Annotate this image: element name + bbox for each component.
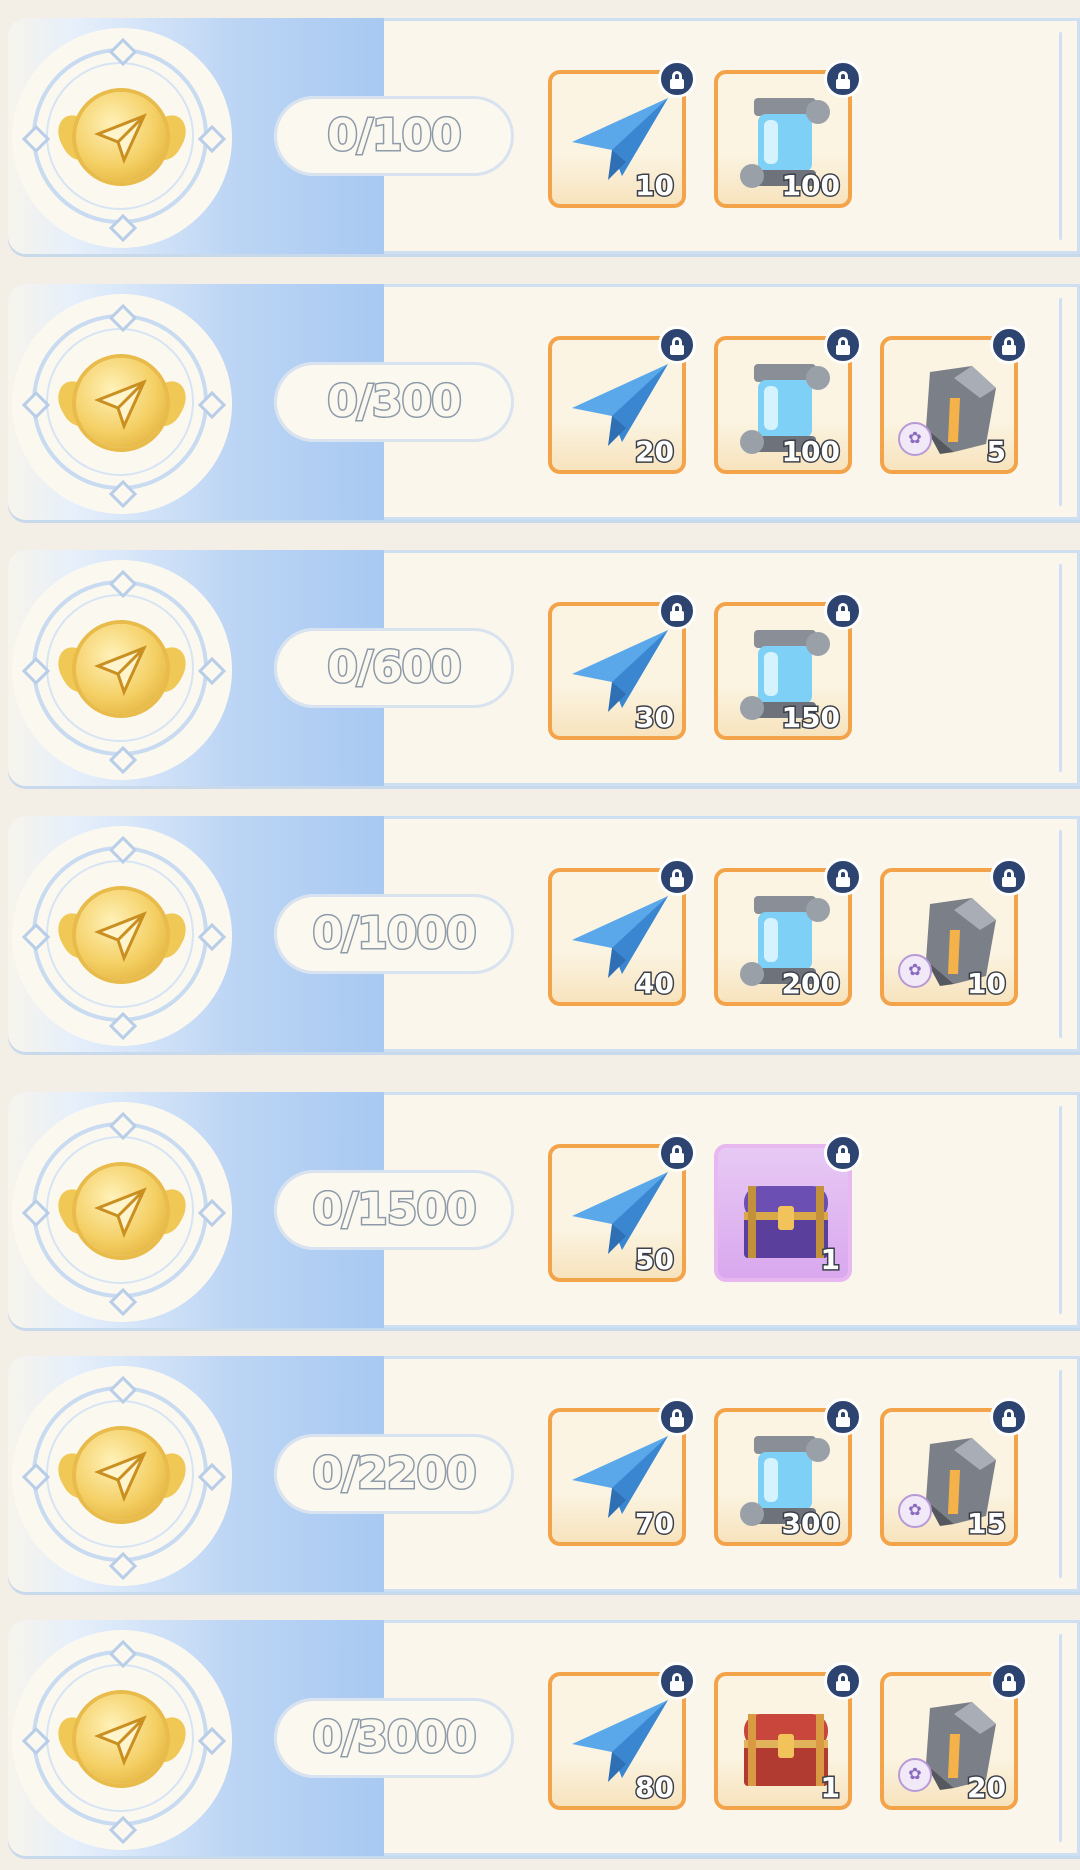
milestone-row: 0/1500 50 1 xyxy=(8,1092,1080,1328)
reward-quantity: 10 xyxy=(966,966,1008,1002)
reward-quantity: 30 xyxy=(634,700,676,736)
milestone-row: 0/1000 40 200 ✿ 10 xyxy=(8,816,1080,1052)
reward-item[interactable]: 200 xyxy=(714,858,862,1006)
lock-icon xyxy=(658,1398,696,1436)
lock-icon xyxy=(824,858,862,896)
winged-medal-icon xyxy=(76,358,166,448)
progress-pill: 0/1500 xyxy=(274,1170,514,1250)
reward-quantity: 40 xyxy=(634,966,676,1002)
milestone-row: 0/3000 80 1 ✿ 20 xyxy=(8,1620,1080,1856)
winged-medal-icon xyxy=(76,1694,166,1784)
lock-icon xyxy=(990,1662,1028,1700)
medal-frame xyxy=(12,294,232,514)
lock-icon xyxy=(990,858,1028,896)
reward-quantity: 100 xyxy=(780,434,841,470)
lock-icon xyxy=(990,1398,1028,1436)
medal-frame xyxy=(12,560,232,780)
reward-item[interactable]: ✿ 10 xyxy=(880,858,1028,1006)
reward-item[interactable]: ✿ 15 xyxy=(880,1398,1028,1546)
milestone-reward-list: 0/100 10 100 0/300 20 100 ✿ 5 0/600 30 150 0/1000 40… xyxy=(0,0,1080,1870)
reward-item[interactable]: 30 xyxy=(548,592,696,740)
reward-quantity: 70 xyxy=(634,1506,676,1542)
reward-item[interactable]: 100 xyxy=(714,326,862,474)
lock-icon xyxy=(658,858,696,896)
milestone-row: 0/300 20 100 ✿ 5 xyxy=(8,284,1080,520)
reward-item[interactable]: 150 xyxy=(714,592,862,740)
reward-quantity: 300 xyxy=(780,1506,841,1542)
reward-item[interactable]: 20 xyxy=(548,326,696,474)
reward-item[interactable]: 70 xyxy=(548,1398,696,1546)
progress-pill: 0/300 xyxy=(274,362,514,442)
progress-pill: 0/100 xyxy=(274,96,514,176)
progress-pill: 0/600 xyxy=(274,628,514,708)
milestone-row: 0/2200 70 300 ✿ 15 xyxy=(8,1356,1080,1592)
progress-pill: 0/2200 xyxy=(274,1434,514,1514)
reward-item[interactable]: 1 xyxy=(714,1662,862,1810)
lock-icon xyxy=(990,326,1028,364)
reward-quantity: 20 xyxy=(634,434,676,470)
reward-item[interactable]: 40 xyxy=(548,858,696,1006)
reward-quantity: 15 xyxy=(966,1506,1008,1542)
reward-quantity: 1 xyxy=(819,1242,842,1278)
winged-medal-icon xyxy=(76,92,166,182)
lock-icon xyxy=(658,326,696,364)
reward-quantity: 10 xyxy=(634,168,676,204)
winged-medal-icon xyxy=(76,1166,166,1256)
reward-item[interactable]: 10 xyxy=(548,60,696,208)
reward-item[interactable]: 80 xyxy=(548,1662,696,1810)
rarity-badge-icon: ✿ xyxy=(898,1494,932,1528)
progress-pill: 0/3000 xyxy=(274,1698,514,1778)
reward-item[interactable]: 100 xyxy=(714,60,862,208)
reward-item[interactable]: 50 xyxy=(548,1134,696,1282)
reward-quantity: 1 xyxy=(819,1770,842,1806)
lock-icon xyxy=(658,60,696,98)
reward-item[interactable]: ✿ 5 xyxy=(880,326,1028,474)
medal-frame xyxy=(12,1102,232,1322)
reward-quantity: 100 xyxy=(780,168,841,204)
reward-quantity: 20 xyxy=(966,1770,1008,1806)
winged-medal-icon xyxy=(76,624,166,714)
reward-quantity: 50 xyxy=(634,1242,676,1278)
progress-pill: 0/1000 xyxy=(274,894,514,974)
lock-icon xyxy=(658,1134,696,1172)
lock-icon xyxy=(824,1398,862,1436)
lock-icon xyxy=(824,60,862,98)
winged-medal-icon xyxy=(76,1430,166,1520)
lock-icon xyxy=(658,1662,696,1700)
reward-item[interactable]: 300 xyxy=(714,1398,862,1546)
rarity-badge-icon: ✿ xyxy=(898,1758,932,1792)
milestone-row: 0/600 30 150 xyxy=(8,550,1080,786)
lock-icon xyxy=(824,326,862,364)
reward-item[interactable]: ✿ 20 xyxy=(880,1662,1028,1810)
lock-icon xyxy=(824,1134,862,1172)
medal-frame xyxy=(12,826,232,1046)
reward-item[interactable]: 1 xyxy=(714,1134,862,1282)
medal-frame xyxy=(12,1366,232,1586)
rarity-badge-icon: ✿ xyxy=(898,422,932,456)
rarity-badge-icon: ✿ xyxy=(898,954,932,988)
lock-icon xyxy=(658,592,696,630)
reward-quantity: 80 xyxy=(634,1770,676,1806)
milestone-row: 0/100 10 100 xyxy=(8,18,1080,254)
reward-quantity: 5 xyxy=(985,434,1008,470)
lock-icon xyxy=(824,1662,862,1700)
winged-medal-icon xyxy=(76,890,166,980)
lock-icon xyxy=(824,592,862,630)
medal-frame xyxy=(12,28,232,248)
reward-quantity: 200 xyxy=(780,966,841,1002)
reward-quantity: 150 xyxy=(780,700,841,736)
medal-frame xyxy=(12,1630,232,1850)
